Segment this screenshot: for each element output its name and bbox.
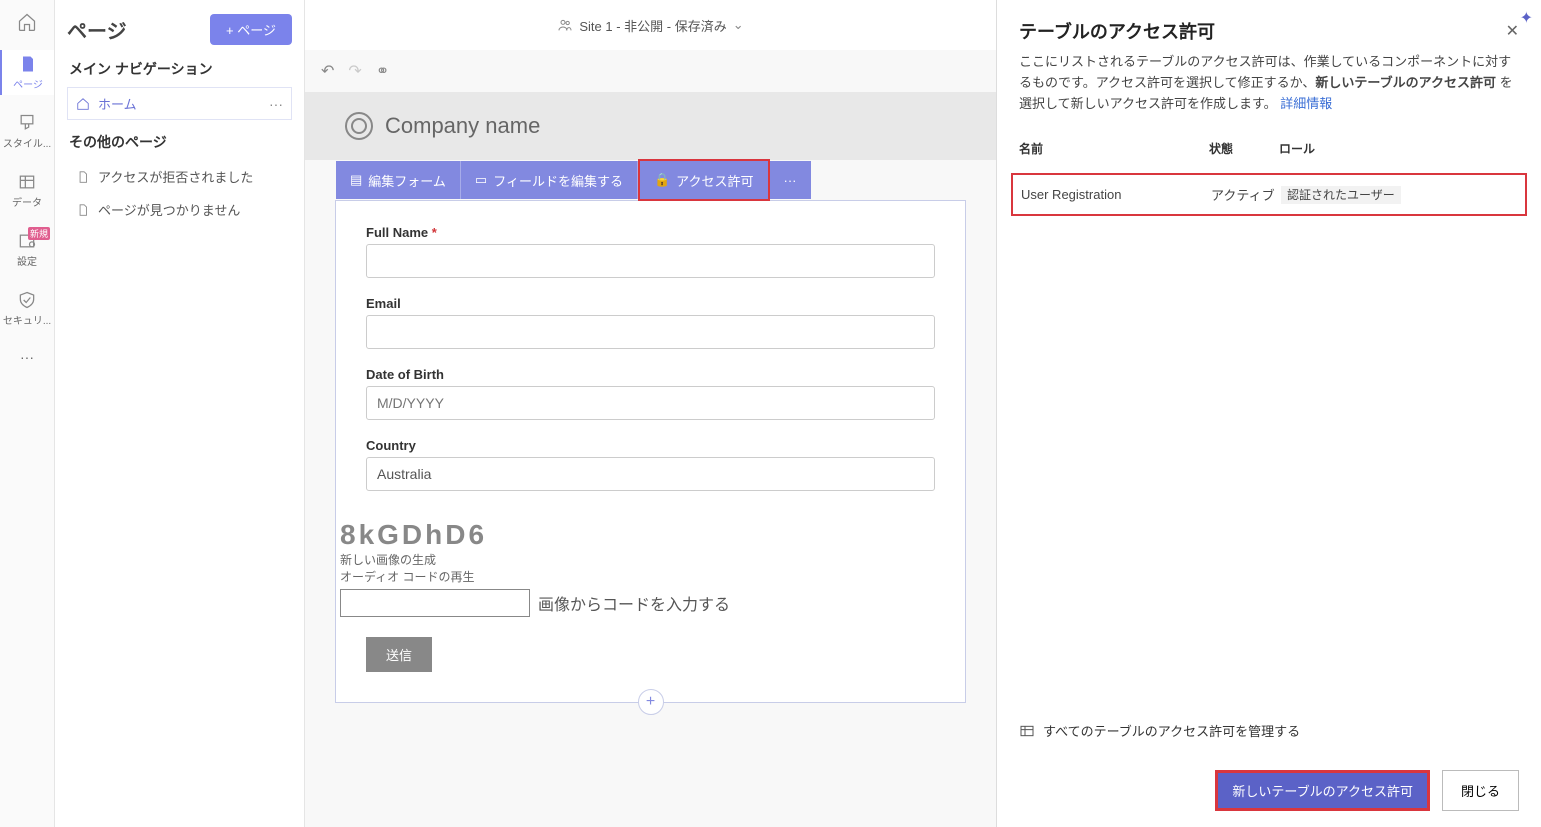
email-input[interactable] (366, 315, 935, 349)
chevron-down-icon[interactable]: ⌄ (733, 17, 744, 33)
submit-button[interactable]: 送信 (366, 637, 432, 672)
table-icon (17, 172, 37, 192)
company-name: Company name (385, 113, 540, 139)
manage-all-permissions-link[interactable]: すべてのテーブルのアクセス許可を管理する (997, 721, 1541, 754)
close-button[interactable]: 閉じる (1442, 770, 1519, 811)
other-pages-heading: その他のページ (69, 132, 292, 152)
security-rail-item[interactable]: セキュリ... (0, 286, 54, 331)
more-rail-item[interactable]: ··· (0, 345, 54, 369)
field-dob: Date of Birth (366, 367, 935, 420)
link-button[interactable]: ⚭ (376, 61, 389, 81)
page-icon (76, 170, 90, 184)
field-email: Email (366, 296, 935, 349)
permissions-table-header: 名前 状態 ロール (997, 114, 1541, 167)
home-icon (17, 12, 37, 32)
panel-title: テーブルのアクセス許可 (1019, 18, 1215, 44)
site-header-band: Company name (305, 92, 996, 160)
copilot-icon[interactable]: ✦ (1520, 8, 1533, 28)
form-more-button[interactable]: ··· (770, 161, 811, 199)
main-nav-heading: メイン ナビゲーション (69, 59, 292, 79)
people-icon (557, 17, 573, 33)
captcha-prompt: 画像からコードを入力する (538, 591, 730, 615)
gen-new-image-link[interactable]: 新しい画像の生成 (340, 551, 965, 568)
styles-rail-item[interactable]: スタイル... (0, 109, 54, 154)
access-permissions-button[interactable]: 🔒 アクセス許可 (638, 159, 770, 201)
pages-side-panel: ページ + ページ メイン ナビゲーション ホーム ··· その他のページ アク… (55, 0, 305, 827)
add-section-handle[interactable]: + (638, 689, 664, 715)
shield-icon (17, 290, 37, 310)
editor-toolbar: ↶ ↷ ⚭ ✦ (305, 50, 996, 92)
site-label[interactable]: Site 1 - 非公開 - 保存済み (579, 16, 726, 35)
role-tag: 認証されたユーザー (1281, 186, 1401, 204)
lock-icon: 🔒 (654, 172, 670, 188)
brush-icon (17, 113, 37, 133)
top-bar: Site 1 - 非公開 - 保存済み ⌄ (305, 0, 996, 50)
logo-icon (345, 112, 373, 140)
add-page-button[interactable]: + ページ (210, 14, 292, 45)
page-icon (18, 54, 38, 74)
new-table-permission-button[interactable]: 新しいテーブルのアクセス許可 (1215, 770, 1430, 811)
app-icon-rail: ページ スタイル... データ 設定 新規 セキュリ... ··· (0, 0, 55, 827)
nav-home-more-icon[interactable]: ··· (269, 96, 283, 112)
panel-description: ここにリストされるテーブルのアクセス許可は、作業しているコンポーネントに対するも… (997, 52, 1541, 114)
form-container[interactable]: ▤ 編集フォーム ▭ フィールドを編集する 🔒 アクセス許可 ··· Full … (335, 200, 966, 703)
edit-form-button[interactable]: ▤ 編集フォーム (336, 161, 461, 199)
captcha-image: 8kGDhD6 (340, 519, 965, 551)
home-rail-item[interactable] (0, 8, 54, 36)
field-full-name: Full Name * (366, 225, 935, 278)
more-icon: ··· (20, 349, 34, 365)
main-area: Site 1 - 非公開 - 保存済み ⌄ ↶ ↷ ⚭ ✦ Company na… (305, 0, 996, 827)
page-icon (76, 203, 90, 217)
learn-more-link[interactable]: 詳細情報 (1280, 96, 1332, 111)
table-row[interactable]: User Registration アクティブ 認証されたユーザー (1021, 185, 1517, 204)
fields-icon: ▭ (475, 172, 487, 188)
edit-fields-button[interactable]: ▭ フィールドを編集する (461, 161, 638, 199)
data-rail-item[interactable]: データ (0, 168, 54, 213)
home-icon (76, 97, 90, 111)
nav-access-denied[interactable]: アクセスが拒否されました (67, 160, 292, 193)
undo-button[interactable]: ↶ (321, 61, 334, 81)
dob-input[interactable] (366, 386, 935, 420)
new-badge: 新規 (28, 227, 50, 240)
close-panel-button[interactable]: ✕ (1506, 21, 1519, 41)
full-name-input[interactable] (366, 244, 935, 278)
redo-button[interactable]: ↷ (348, 61, 361, 81)
nav-not-found[interactable]: ページが見つかりません (67, 193, 292, 226)
pages-title: ページ (67, 15, 127, 44)
table-icon (1019, 723, 1035, 739)
more-icon: ··· (784, 173, 797, 188)
play-audio-link[interactable]: オーディオ コードの再生 (340, 568, 965, 585)
pages-rail-item[interactable]: ページ (0, 50, 54, 95)
captcha-input[interactable] (340, 589, 530, 617)
settings-rail-item[interactable]: 設定 新規 (0, 227, 54, 272)
nav-home[interactable]: ホーム ··· (67, 87, 292, 120)
field-country: Country Australia (366, 438, 935, 491)
canvas: Company name ▤ 編集フォーム ▭ フィールドを編集する 🔒 アクセ… (305, 92, 996, 827)
form-icon: ▤ (350, 172, 362, 188)
permissions-panel: テーブルのアクセス許可 ✕ ここにリストされるテーブルのアクセス許可は、作業して… (996, 0, 1541, 827)
country-select[interactable]: Australia (366, 457, 935, 491)
permissions-table-row-highlight: User Registration アクティブ 認証されたユーザー (1011, 173, 1527, 216)
form-toolbar: ▤ 編集フォーム ▭ フィールドを編集する 🔒 アクセス許可 ··· (336, 161, 811, 199)
